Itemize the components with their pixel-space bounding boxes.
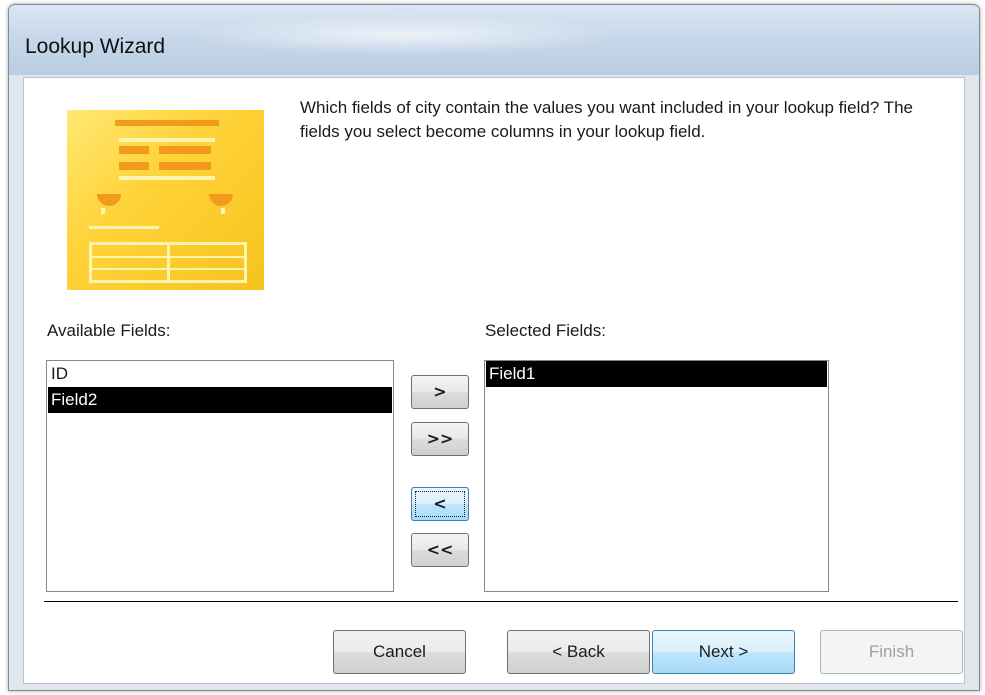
available-fields-listbox[interactable]: ID Field2 <box>46 360 394 592</box>
selected-fields-label: Selected Fields: <box>485 321 606 340</box>
wizard-illustration <box>67 110 264 290</box>
finish-button[interactable]: Finish <box>820 630 963 674</box>
selected-field-item-field1[interactable]: Field1 <box>486 361 827 387</box>
remove-all-fields-button[interactable]: << <box>411 533 469 567</box>
remove-field-button[interactable]: < <box>411 487 469 521</box>
next-button[interactable]: Next > <box>652 630 795 674</box>
window-title: Lookup Wizard <box>25 35 166 58</box>
focus-rectangle <box>415 491 465 517</box>
title-bar-glow <box>189 15 619 55</box>
available-fields-label: Available Fields: <box>47 321 171 340</box>
footer-divider <box>44 601 958 602</box>
available-field-item-field2[interactable]: Field2 <box>48 387 392 413</box>
add-field-button[interactable]: > <box>411 375 469 409</box>
available-field-item-id[interactable]: ID <box>48 361 392 387</box>
lookup-wizard-dialog: Lookup Wizard Which fields of city conta… <box>8 4 980 691</box>
cancel-button[interactable]: Cancel <box>333 630 466 674</box>
add-all-fields-button[interactable]: >> <box>411 422 469 456</box>
back-button[interactable]: < Back <box>507 630 650 674</box>
wizard-prompt: Which fields of city contain the values … <box>300 98 913 141</box>
selected-fields-listbox[interactable]: Field1 <box>484 360 829 592</box>
dialog-client-area: Which fields of city contain the values … <box>23 77 965 684</box>
title-bar[interactable]: Lookup Wizard <box>9 5 979 75</box>
